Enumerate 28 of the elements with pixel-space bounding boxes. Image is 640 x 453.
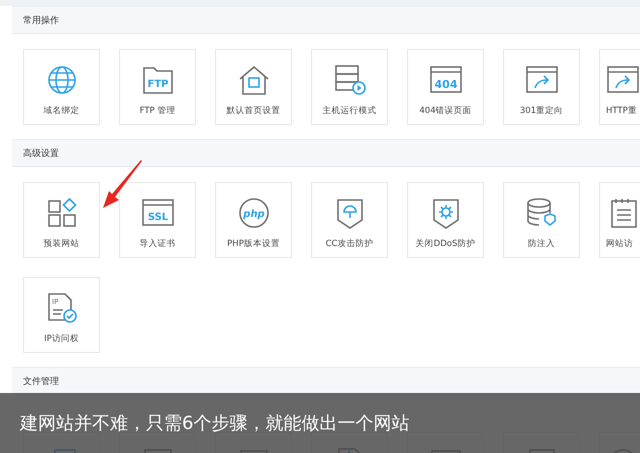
arrow-annotation	[100, 158, 144, 210]
tool-tile[interactable]: 主机运行模式	[311, 49, 388, 125]
php-icon: php	[236, 197, 270, 229]
tool-tile[interactable]: 关闭DDoS防护	[407, 182, 484, 258]
caption-text: 建网站并不难，只需6个步骤，就能做出一个网站	[20, 412, 410, 435]
database-shield-icon	[524, 197, 558, 229]
tool-tile[interactable]: 404 404错误页面	[407, 49, 484, 125]
tool-tile[interactable]: 防注入	[503, 182, 580, 258]
tool-tile[interactable]: 预装网站	[23, 182, 100, 258]
tool-tile[interactable]: php PHP版本设置	[215, 182, 292, 258]
ssl-certificate-icon: SSL	[140, 197, 174, 229]
tool-tile[interactable]: 网站访	[599, 182, 640, 258]
section-title: 常用操作	[23, 14, 59, 26]
tool-tile[interactable]: CC攻击防护	[311, 182, 388, 258]
server-icon	[332, 64, 366, 96]
tool-tile[interactable]: 默认首页设置	[215, 49, 292, 125]
tool-tile[interactable]: 301重定向	[503, 49, 580, 125]
tool-tile[interactable]: HTTP重	[599, 49, 640, 125]
browser-redirect-icon	[524, 64, 558, 96]
section-title: 文件管理	[23, 376, 59, 388]
tool-tile[interactable]: FTP FTP 管理	[119, 49, 196, 125]
browser-404-icon: 404	[428, 64, 462, 96]
browser-redirect-icon	[606, 64, 640, 96]
house-icon	[236, 64, 270, 96]
section-title: 高级设置	[23, 148, 59, 160]
ftp-folder-icon: FTP	[140, 64, 174, 96]
tool-tile[interactable]: 域名绑定	[23, 49, 100, 125]
tool-tile[interactable]: SSL 导入证书	[119, 182, 196, 258]
